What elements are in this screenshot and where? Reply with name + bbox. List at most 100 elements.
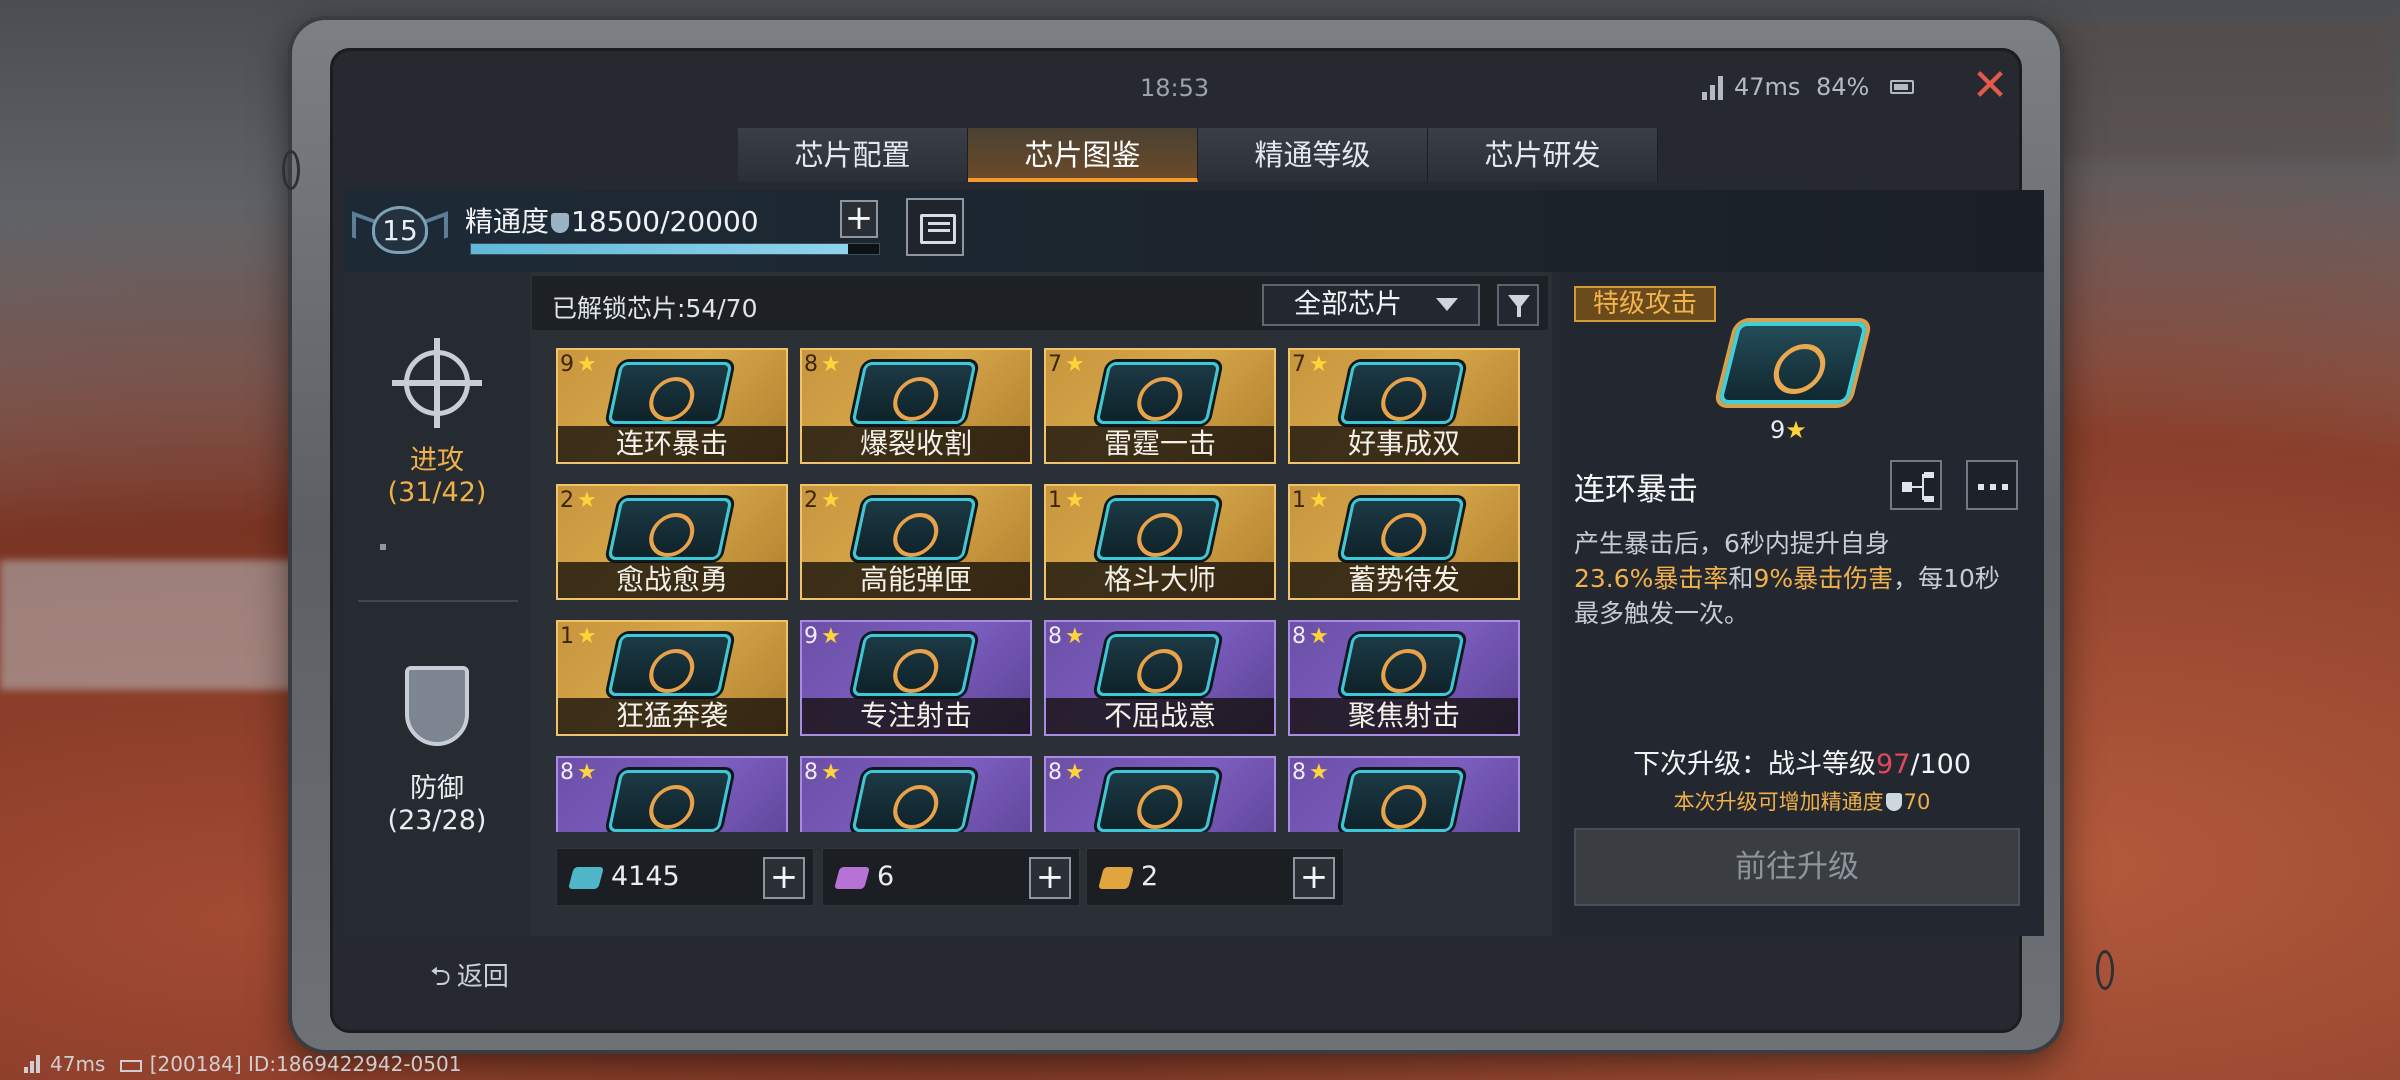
mastery-gain-label: 本次升级可增加精通度 [1673, 790, 1884, 814]
desc-highlight: 23.6%暴击率 [1574, 564, 1729, 593]
star-icon: ★ [1065, 624, 1085, 649]
chip-star-number: 8 [1292, 624, 1306, 649]
star-icon: ★ [577, 760, 597, 785]
chip-card[interactable]: 8 ★ [556, 756, 788, 832]
star-icon: ★ [1309, 488, 1329, 513]
chip-star-level: 9 ★ [560, 352, 597, 377]
chip-star-number: 7 [1292, 352, 1306, 377]
next-upgrade-info: 下次升级：战斗等级97/100 [1574, 742, 2030, 781]
frame-clip [282, 150, 300, 190]
back-button[interactable]: ⮌ 返回 [430, 956, 509, 1002]
star-icon: ★ [821, 488, 841, 513]
close-button[interactable]: ✕ [1970, 64, 2010, 108]
chip-currency-icon [834, 867, 870, 889]
sidebar-item-attack[interactable]: 进攻 (31/42) [344, 338, 530, 508]
chip-card[interactable]: 8 ★ [800, 756, 1032, 832]
next-upgrade-label: 下次升级：战斗等级 [1633, 749, 1876, 780]
chip-filter-select[interactable]: 全部芯片 [1262, 284, 1480, 326]
star-icon: ★ [1065, 352, 1085, 377]
chip-card-name: 狂猛奔袭 [558, 698, 786, 734]
chip-description: 产生暴击后，6秒内提升自身 23.6%暴击率和9%暴击伤害，每10秒最多触发一次… [1574, 526, 2024, 631]
chip-card[interactable]: 1 ★ 格斗大师 [1044, 484, 1276, 600]
chip-icon [1095, 362, 1221, 424]
chip-card[interactable]: 2 ★ 高能弹匣 [800, 484, 1032, 600]
chip-star-number: 8 [1292, 760, 1306, 785]
shield-icon [397, 666, 477, 758]
chip-card[interactable]: 2 ★ 愈战愈勇 [556, 484, 788, 600]
currency-value: 4145 [611, 861, 680, 892]
add-currency-button[interactable]: + [1293, 857, 1335, 899]
chip-star-number: 1 [1292, 488, 1306, 513]
star-icon: ★ [577, 488, 597, 513]
chip-card-name: 爆裂收割 [802, 426, 1030, 462]
chip-icon [607, 362, 733, 424]
add-currency-button[interactable]: + [763, 857, 805, 899]
chip-icon [607, 634, 733, 696]
sidebar-defense-count: (23/28) [387, 805, 487, 836]
chip-icon [851, 362, 977, 424]
chip-card[interactable]: 1 ★ 狂猛奔袭 [556, 620, 788, 736]
chip-card[interactable]: 1 ★ 蓄势待发 [1288, 484, 1520, 600]
level-badge: 15 [372, 206, 428, 254]
chip-card[interactable]: 8 ★ [1044, 756, 1276, 832]
chip-star-number: 8 [804, 760, 818, 785]
chip-star-number: 8 [1048, 760, 1062, 785]
chip-card[interactable]: 7 ★ 雷霆一击 [1044, 348, 1276, 464]
chip-star-level: 1 ★ [560, 624, 597, 649]
star-icon: ★ [577, 624, 597, 649]
go-upgrade-button[interactable]: 前往升级 [1574, 828, 2020, 906]
star-icon: ★ [1309, 760, 1329, 785]
sidebar-item-defense[interactable]: 防御 (23/28) [344, 666, 530, 836]
chip-card[interactable]: 8 ★ [1288, 756, 1520, 832]
chip-star-level: 8 ★ [1292, 760, 1329, 785]
chip-icon [1339, 362, 1465, 424]
chip-card[interactable]: 8 ★ 爆裂收割 [800, 348, 1032, 464]
chip-star-level: 9 ★ [804, 624, 841, 649]
mastery-shield-icon [1885, 793, 1902, 811]
funnel-filter-button[interactable] [1497, 284, 1539, 326]
star-icon: ★ [1065, 760, 1085, 785]
add-currency-button[interactable]: + [1029, 857, 1071, 899]
chip-star-level: 2 ★ [804, 488, 841, 513]
chip-icon [1339, 634, 1465, 696]
mastery-gain-info: 本次升级可增加精通度 70 [1574, 786, 2030, 816]
chip-star-level: 8 ★ [1048, 760, 1085, 785]
background-stripe [0, 560, 330, 690]
chip-card[interactable]: 9 ★ 专注射击 [800, 620, 1032, 736]
tab-chip-codex[interactable]: 芯片图鉴 [968, 128, 1198, 182]
crosshair-icon [392, 338, 482, 428]
sidebar-defense-label: 防御 [410, 773, 464, 804]
star-icon: ★ [1309, 624, 1329, 649]
more-options-button[interactable] [1966, 460, 2018, 510]
star-icon: ★ [1785, 416, 1807, 444]
footer-id: [200184] ID:1869422942-0501 [149, 1052, 462, 1076]
skill-tree-button[interactable] [1890, 460, 1942, 510]
tab-mastery-level[interactable]: 精通等级 [1198, 128, 1428, 182]
currency-cyan: 4145 + [556, 848, 814, 906]
sidebar-attack-label: 进攻 [410, 445, 464, 476]
add-mastery-button[interactable]: + [840, 200, 878, 238]
mastery-title: 精通度 [465, 205, 550, 238]
chip-card[interactable]: 7 ★ 好事成双 [1288, 348, 1520, 464]
chip-card[interactable]: 9 ★ 连环暴击 [556, 348, 788, 464]
chip-name: 连环暴击 [1574, 472, 1698, 508]
detail-star-level: 9★ [1770, 416, 1807, 444]
chip-star-level: 8 ★ [1292, 624, 1329, 649]
chip-card[interactable]: 8 ★ 不屈战意 [1044, 620, 1276, 736]
tab-chip-research[interactable]: 芯片研发 [1428, 128, 1658, 182]
chip-icon [1095, 498, 1221, 560]
chip-star-level: 8 ★ [560, 760, 597, 785]
plus-icon: + [844, 198, 874, 238]
chip-star-level: 7 ★ [1048, 352, 1085, 377]
chip-star-level: 8 ★ [804, 352, 841, 377]
chip-card-name: 连环暴击 [558, 426, 786, 462]
desc-text: 和 [1728, 564, 1754, 593]
chip-star-number: 1 [1048, 488, 1062, 513]
tab-chip-config[interactable]: 芯片配置 [738, 128, 968, 182]
chip-star-number: 2 [560, 488, 574, 513]
star-icon: ★ [1065, 488, 1085, 513]
currency-value: 6 [877, 861, 895, 892]
codex-book-button[interactable] [906, 198, 964, 256]
debug-footer: 47ms [200184] ID:1869422942-0501 [24, 1052, 461, 1076]
chip-card[interactable]: 8 ★ 聚焦射击 [1288, 620, 1520, 736]
